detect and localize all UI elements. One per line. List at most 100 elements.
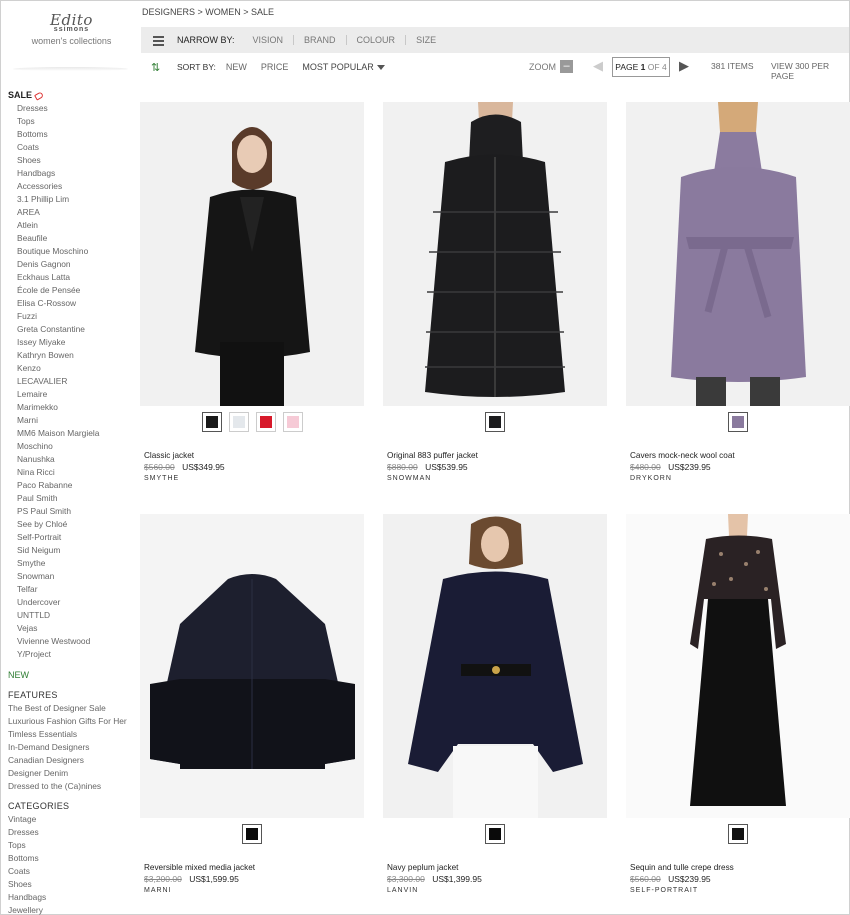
sale-item[interactable]: MM6 Maison Margiela bbox=[8, 427, 136, 440]
category-item[interactable]: Handbags bbox=[8, 891, 136, 904]
sale-item[interactable]: LECAVALIER bbox=[8, 375, 136, 388]
swatch[interactable] bbox=[728, 824, 748, 844]
sale-item[interactable]: Atlein bbox=[8, 219, 136, 232]
product-image[interactable] bbox=[383, 514, 607, 818]
product-brand[interactable]: LANVIN bbox=[387, 887, 607, 894]
zoom-out-button[interactable]: – bbox=[560, 60, 573, 73]
view-per-page-link[interactable]: VIEW 300 PER PAGE bbox=[771, 61, 849, 81]
product-name[interactable]: Cavers mock-neck wool coat bbox=[630, 451, 850, 460]
feature-item[interactable]: Timless Essentials bbox=[8, 728, 136, 741]
sale-item[interactable]: Vejas bbox=[8, 622, 136, 635]
sort-dropdown[interactable]: MOST POPULAR bbox=[302, 62, 385, 72]
swatch[interactable] bbox=[485, 412, 505, 432]
swatch[interactable] bbox=[228, 412, 249, 432]
nav-new-link[interactable]: NEW bbox=[8, 669, 136, 682]
sale-item[interactable]: Tops bbox=[8, 115, 136, 128]
product-brand[interactable]: MARNI bbox=[144, 887, 364, 894]
product-name[interactable]: Sequin and tulle crepe dress bbox=[630, 863, 850, 872]
sale-item[interactable]: Smythe bbox=[8, 557, 136, 570]
category-item[interactable]: Bottoms bbox=[8, 852, 136, 865]
sale-item[interactable]: Snowman bbox=[8, 570, 136, 583]
feature-item[interactable]: In-Demand Designers bbox=[8, 741, 136, 754]
product-image[interactable] bbox=[626, 102, 850, 406]
sale-item[interactable]: Shoes bbox=[8, 154, 136, 167]
sale-item[interactable]: Bottoms bbox=[8, 128, 136, 141]
sale-item[interactable]: Sid Neigum bbox=[8, 544, 136, 557]
sort-price[interactable]: PRICE bbox=[261, 62, 289, 72]
sale-item[interactable]: See by Chloé bbox=[8, 518, 136, 531]
breadcrumb[interactable]: DESIGNERS > WOMEN > SALE bbox=[142, 7, 274, 17]
sale-item[interactable]: Kathryn Bowen bbox=[8, 349, 136, 362]
category-item[interactable]: Shoes bbox=[8, 878, 136, 891]
next-page-icon[interactable]: ▶ bbox=[679, 58, 689, 74]
sale-item[interactable]: Coats bbox=[8, 141, 136, 154]
product-card[interactable]: Cavers mock-neck wool coat $480.00 US$23… bbox=[626, 102, 850, 482]
product-card[interactable]: Sequin and tulle crepe dress $560.00 US$… bbox=[626, 514, 850, 894]
product-card[interactable]: Original 883 puffer jacket $880.00 US$53… bbox=[383, 102, 607, 482]
nav-sale-heading[interactable]: SALE bbox=[8, 89, 136, 102]
swatch[interactable] bbox=[728, 412, 748, 432]
sale-item[interactable]: Paul Smith bbox=[8, 492, 136, 505]
swatch[interactable] bbox=[485, 824, 505, 844]
sale-item[interactable]: Fuzzi bbox=[8, 310, 136, 323]
prev-page-icon[interactable]: ◀ bbox=[593, 58, 603, 74]
page-indicator[interactable]: PAGE 1 OF 4 bbox=[612, 57, 670, 77]
sale-item[interactable]: Y/Project bbox=[8, 648, 136, 661]
sale-item[interactable]: Greta Constantine bbox=[8, 323, 136, 336]
sale-item[interactable]: Marni bbox=[8, 414, 136, 427]
sale-item[interactable]: Lemaire bbox=[8, 388, 136, 401]
sale-item[interactable]: Boutique Moschino bbox=[8, 245, 136, 258]
sale-item[interactable]: Nanushka bbox=[8, 453, 136, 466]
filter-sliders-icon[interactable] bbox=[153, 35, 165, 46]
product-card[interactable]: Reversible mixed media jacket $3,200.00 … bbox=[140, 514, 364, 894]
store-logo[interactable]: Edito ssimons women's collections bbox=[19, 11, 124, 46]
product-name[interactable]: Classic jacket bbox=[144, 451, 364, 460]
product-image[interactable] bbox=[383, 102, 607, 406]
product-image[interactable] bbox=[626, 514, 850, 818]
sale-item[interactable]: Handbags bbox=[8, 167, 136, 180]
category-item[interactable]: Vintage bbox=[8, 813, 136, 826]
sale-item[interactable]: Marimekko bbox=[8, 401, 136, 414]
sale-item[interactable]: Dresses bbox=[8, 102, 136, 115]
product-name[interactable]: Reversible mixed media jacket bbox=[144, 863, 364, 872]
sale-item[interactable]: PS Paul Smith bbox=[8, 505, 136, 518]
product-name[interactable]: Original 883 puffer jacket bbox=[387, 451, 607, 460]
feature-item[interactable]: Designer Denim bbox=[8, 767, 136, 780]
sale-item[interactable]: Issey Miyake bbox=[8, 336, 136, 349]
sale-item[interactable]: Moschino bbox=[8, 440, 136, 453]
sale-item[interactable]: Self-Portrait bbox=[8, 531, 136, 544]
feature-item[interactable]: Dressed to the (Ca)nines bbox=[8, 780, 136, 793]
category-item[interactable]: Tops bbox=[8, 839, 136, 852]
filter-vision[interactable]: VISION bbox=[243, 35, 295, 45]
sale-item[interactable]: Kenzo bbox=[8, 362, 136, 375]
feature-item[interactable]: Luxurious Fashion Gifts For Her bbox=[8, 715, 136, 728]
swatch[interactable] bbox=[255, 412, 276, 432]
sale-item[interactable]: Beaufile bbox=[8, 232, 136, 245]
category-item[interactable]: Coats bbox=[8, 865, 136, 878]
sale-item[interactable]: Telfar bbox=[8, 583, 136, 596]
sale-item[interactable]: UNTTLD bbox=[8, 609, 136, 622]
product-card[interactable]: Classic jacket $560.00 US$349.95 SMYTHE bbox=[140, 102, 364, 482]
sale-item[interactable]: AREA bbox=[8, 206, 136, 219]
product-name[interactable]: Navy peplum jacket bbox=[387, 863, 607, 872]
sale-item[interactable]: Paco Rabanne bbox=[8, 479, 136, 492]
sale-item[interactable]: 3.1 Phillip Lim bbox=[8, 193, 136, 206]
product-image[interactable] bbox=[140, 102, 364, 406]
sale-item[interactable]: Denis Gagnon bbox=[8, 258, 136, 271]
swatch[interactable] bbox=[282, 412, 303, 432]
sort-new[interactable]: NEW bbox=[226, 62, 247, 72]
feature-item[interactable]: Canadian Designers bbox=[8, 754, 136, 767]
sale-item[interactable]: Accessories bbox=[8, 180, 136, 193]
feature-item[interactable]: The Best of Designer Sale bbox=[8, 702, 136, 715]
product-image[interactable] bbox=[140, 514, 364, 818]
sale-item[interactable]: Nina Ricci bbox=[8, 466, 136, 479]
filter-brand[interactable]: BRAND bbox=[294, 35, 347, 45]
filter-size[interactable]: SIZE bbox=[406, 35, 446, 45]
product-brand[interactable]: SELF-PORTRAIT bbox=[630, 887, 850, 894]
product-brand[interactable]: SMYTHE bbox=[144, 475, 364, 482]
sale-item[interactable]: École de Pensée bbox=[8, 284, 136, 297]
sale-item[interactable]: Vivienne Westwood bbox=[8, 635, 136, 648]
category-item[interactable]: Dresses bbox=[8, 826, 136, 839]
sale-item[interactable]: Elisa C-Rossow bbox=[8, 297, 136, 310]
product-brand[interactable]: DRYKORN bbox=[630, 475, 850, 482]
